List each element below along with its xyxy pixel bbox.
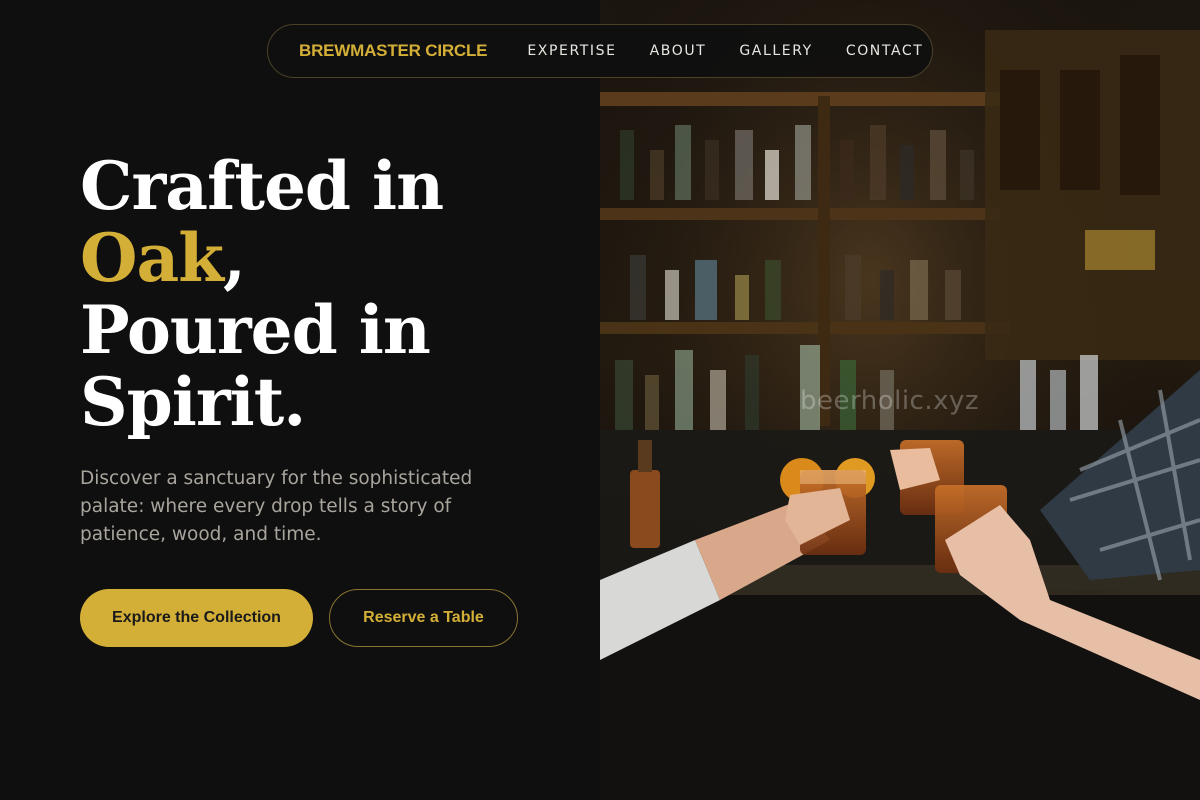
hero-title-line1: Crafted in (80, 147, 444, 225)
hero-title-line4: Spirit. (80, 363, 306, 441)
hero-title-line2: Oak, (80, 222, 580, 294)
nav-link-expertise[interactable]: EXPERTISE (527, 43, 616, 59)
reserve-table-button[interactable]: Reserve a Table (329, 589, 518, 647)
hero-title-accent: Oak (80, 219, 224, 297)
nav-links: EXPERTISE ABOUT GALLERY CONTACT (527, 43, 923, 59)
nav-link-gallery[interactable]: GALLERY (739, 43, 812, 59)
nav-link-contact[interactable]: CONTACT (846, 43, 924, 59)
brand-logo[interactable]: BREWMASTER CIRCLE (299, 41, 488, 61)
hero-description: Discover a sanctuary for the sophisticat… (80, 468, 473, 545)
nav-link-about[interactable]: ABOUT (650, 43, 707, 59)
explore-collection-button[interactable]: Explore the Collection (80, 589, 313, 647)
main-nav: BREWMASTER CIRCLE EXPERTISE ABOUT GALLER… (267, 24, 933, 78)
hero-title-line3: Poured in (80, 291, 431, 369)
hero-title: Crafted in Oak, Poured in Spirit. (80, 150, 580, 438)
hero-title-comma: , (223, 219, 246, 297)
watermark: beerholic.xyz (800, 386, 980, 416)
